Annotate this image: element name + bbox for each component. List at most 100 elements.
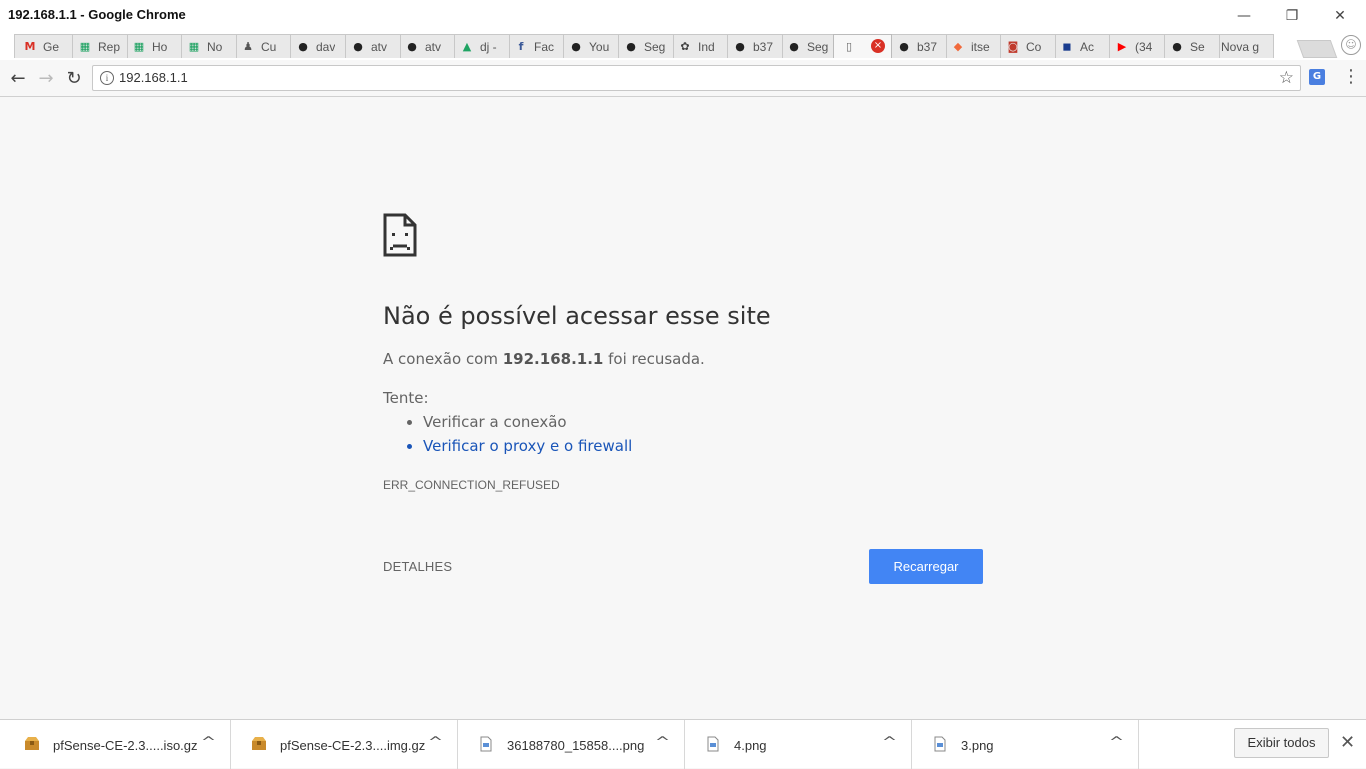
title-bar: 192.168.1.1 - Google Chrome — ❐ ✕ (0, 0, 1366, 32)
app-icon: ♟ (243, 39, 253, 53)
download-item[interactable]: pfSense-CE-2.3....img.gz ^ (231, 720, 458, 769)
browser-tab[interactable]: ▦ Ho (123, 34, 182, 58)
reload-button[interactable]: ↻ (63, 67, 85, 89)
browser-tab[interactable]: ▲ dj - (451, 34, 510, 58)
browser-tab[interactable]: ▯ × (833, 34, 892, 58)
drive-icon: ▲ (462, 39, 472, 53)
download-filename: 4.png (734, 738, 767, 753)
new-tab-button[interactable] (1296, 40, 1338, 58)
github-icon: ● (571, 39, 581, 53)
app-icon: ✿ (680, 39, 690, 53)
browser-tab[interactable]: ● atv (342, 34, 401, 58)
tab-label: b37 (753, 39, 774, 54)
download-item[interactable]: 4.png ^ (685, 720, 912, 769)
tab-label: Ac (1080, 39, 1095, 54)
browser-tab[interactable]: ● You (560, 34, 619, 58)
sheets-icon: ▦ (79, 39, 91, 53)
browser-tab[interactable]: ◼ Ac (1051, 34, 1110, 58)
tab-strip: M Ge ▦ Rep ▦ Ho ▦ No ♟ Cu ● dav ● atv ● atv ▲ dj - f Fac ● Yo… (0, 32, 1366, 60)
browser-tab[interactable]: ● b37 (724, 34, 783, 58)
browser-tab[interactable]: ◙ Co (997, 34, 1056, 58)
error-page: Não é possível acessar esse site A conex… (383, 97, 983, 719)
reload-page-button[interactable]: Recarregar (869, 549, 983, 584)
github-icon: ● (298, 39, 308, 53)
translate-icon[interactable]: G (1309, 69, 1325, 85)
youtube-icon: ▶ (1117, 39, 1127, 53)
tab-label: Ho (152, 39, 168, 54)
download-filename: 3.png (961, 738, 994, 753)
app-icon: ◙ (1007, 39, 1019, 53)
sheets-icon: ▦ (188, 39, 200, 53)
site-info-icon[interactable]: i (100, 71, 114, 85)
browser-tab[interactable]: ◆ itse (942, 34, 1001, 58)
browser-tab[interactable]: ♟ Cu (232, 34, 291, 58)
chevron-up-icon[interactable]: ^ (882, 735, 897, 750)
sad-page-icon (383, 213, 417, 257)
address-bar[interactable]: i 192.168.1.1 ☆ (92, 65, 1301, 91)
browser-tab[interactable]: ▦ Rep (69, 34, 128, 58)
chevron-up-icon[interactable]: ^ (655, 735, 670, 750)
download-item[interactable]: 3.png ^ (912, 720, 1139, 769)
chevron-up-icon[interactable]: ^ (428, 735, 443, 750)
summary-host: 192.168.1.1 (502, 350, 604, 368)
url-text[interactable]: 192.168.1.1 (119, 70, 188, 85)
download-item[interactable]: pfSense-CE-2.3.....iso.gz ^ (4, 720, 231, 769)
download-filename: pfSense-CE-2.3.....iso.gz (53, 738, 198, 753)
github-icon: ● (789, 39, 799, 53)
github-icon: ● (735, 39, 745, 53)
browser-tab[interactable]: ● dav (287, 34, 346, 58)
tab-label: No (207, 39, 223, 54)
browser-tab[interactable]: ✿ Ind (669, 34, 728, 58)
github-icon: ● (1172, 39, 1182, 53)
download-shelf: pfSense-CE-2.3.....iso.gz ^ pfSense-CE-2.3… (0, 719, 1366, 769)
suggestion-check-proxy-link[interactable]: Verificar o proxy e o firewall (423, 435, 632, 459)
sheets-icon: ▦ (133, 39, 145, 53)
tab-label: Seg (807, 39, 829, 54)
browser-tab[interactable]: M Ge (14, 34, 73, 58)
back-button[interactable]: ← (7, 67, 29, 89)
tab-label: Se (1190, 39, 1205, 54)
browser-tab[interactable]: ● Seg (615, 34, 674, 58)
tab-label: Seg (644, 39, 666, 54)
tab-label: Ind (698, 39, 715, 54)
close-shelf-icon[interactable]: ✕ (1340, 732, 1355, 753)
chevron-up-icon[interactable]: ^ (1109, 735, 1124, 750)
chevron-up-icon[interactable]: ^ (201, 735, 216, 750)
browser-tab[interactable]: ● Seg (778, 34, 837, 58)
forward-button[interactable]: → (35, 67, 57, 89)
minimize-button[interactable]: — (1233, 6, 1255, 26)
browser-tab[interactable]: f Fac (505, 34, 564, 58)
tab-label: (34 (1135, 39, 1153, 54)
archive-icon (24, 736, 40, 752)
browser-tab[interactable]: ● b37 (888, 34, 947, 58)
suggestion-check-connection: Verificar a conexão (423, 411, 632, 435)
tab-label: Co (1026, 39, 1042, 54)
chrome-menu-icon[interactable]: ⋮ (1342, 66, 1360, 87)
github-icon: ● (353, 39, 363, 53)
summary-suffix: foi recusada. (603, 350, 705, 368)
browser-tab[interactable]: Nova g (1215, 34, 1274, 58)
suggestions-list: Verificar a conexão Verificar o proxy e … (403, 411, 632, 459)
tab-label: You (589, 39, 610, 54)
tab-close-icon[interactable]: × (871, 39, 885, 53)
browser-tab[interactable]: ● atv (396, 34, 455, 58)
app-icon: ◼ (1062, 39, 1072, 53)
browser-tab[interactable]: ▶ (34 (1106, 34, 1165, 58)
download-item[interactable]: 36188780_15858....png ^ (458, 720, 685, 769)
show-all-downloads-button[interactable]: Exibir todos (1234, 728, 1329, 758)
download-filename: pfSense-CE-2.3....img.gz (280, 738, 426, 753)
restore-button[interactable]: ❐ (1281, 6, 1303, 26)
details-button[interactable]: DETALHES (383, 559, 452, 574)
tab-label: b37 (917, 39, 938, 54)
tab-label: Fac (534, 39, 555, 54)
close-window-button[interactable]: ✕ (1329, 6, 1351, 26)
browser-tab[interactable]: ● Se (1161, 34, 1220, 58)
error-code: ERR_CONNECTION_REFUSED (383, 478, 560, 492)
tab-label: Cu (261, 39, 277, 54)
tab-label: atv (425, 39, 442, 54)
github-icon: ● (626, 39, 636, 53)
tab-label: itse (971, 39, 990, 54)
browser-tab[interactable]: ▦ No (178, 34, 237, 58)
bookmark-star-icon[interactable]: ☆ (1279, 68, 1294, 88)
profile-avatar-icon[interactable]: ☺ (1341, 35, 1361, 55)
